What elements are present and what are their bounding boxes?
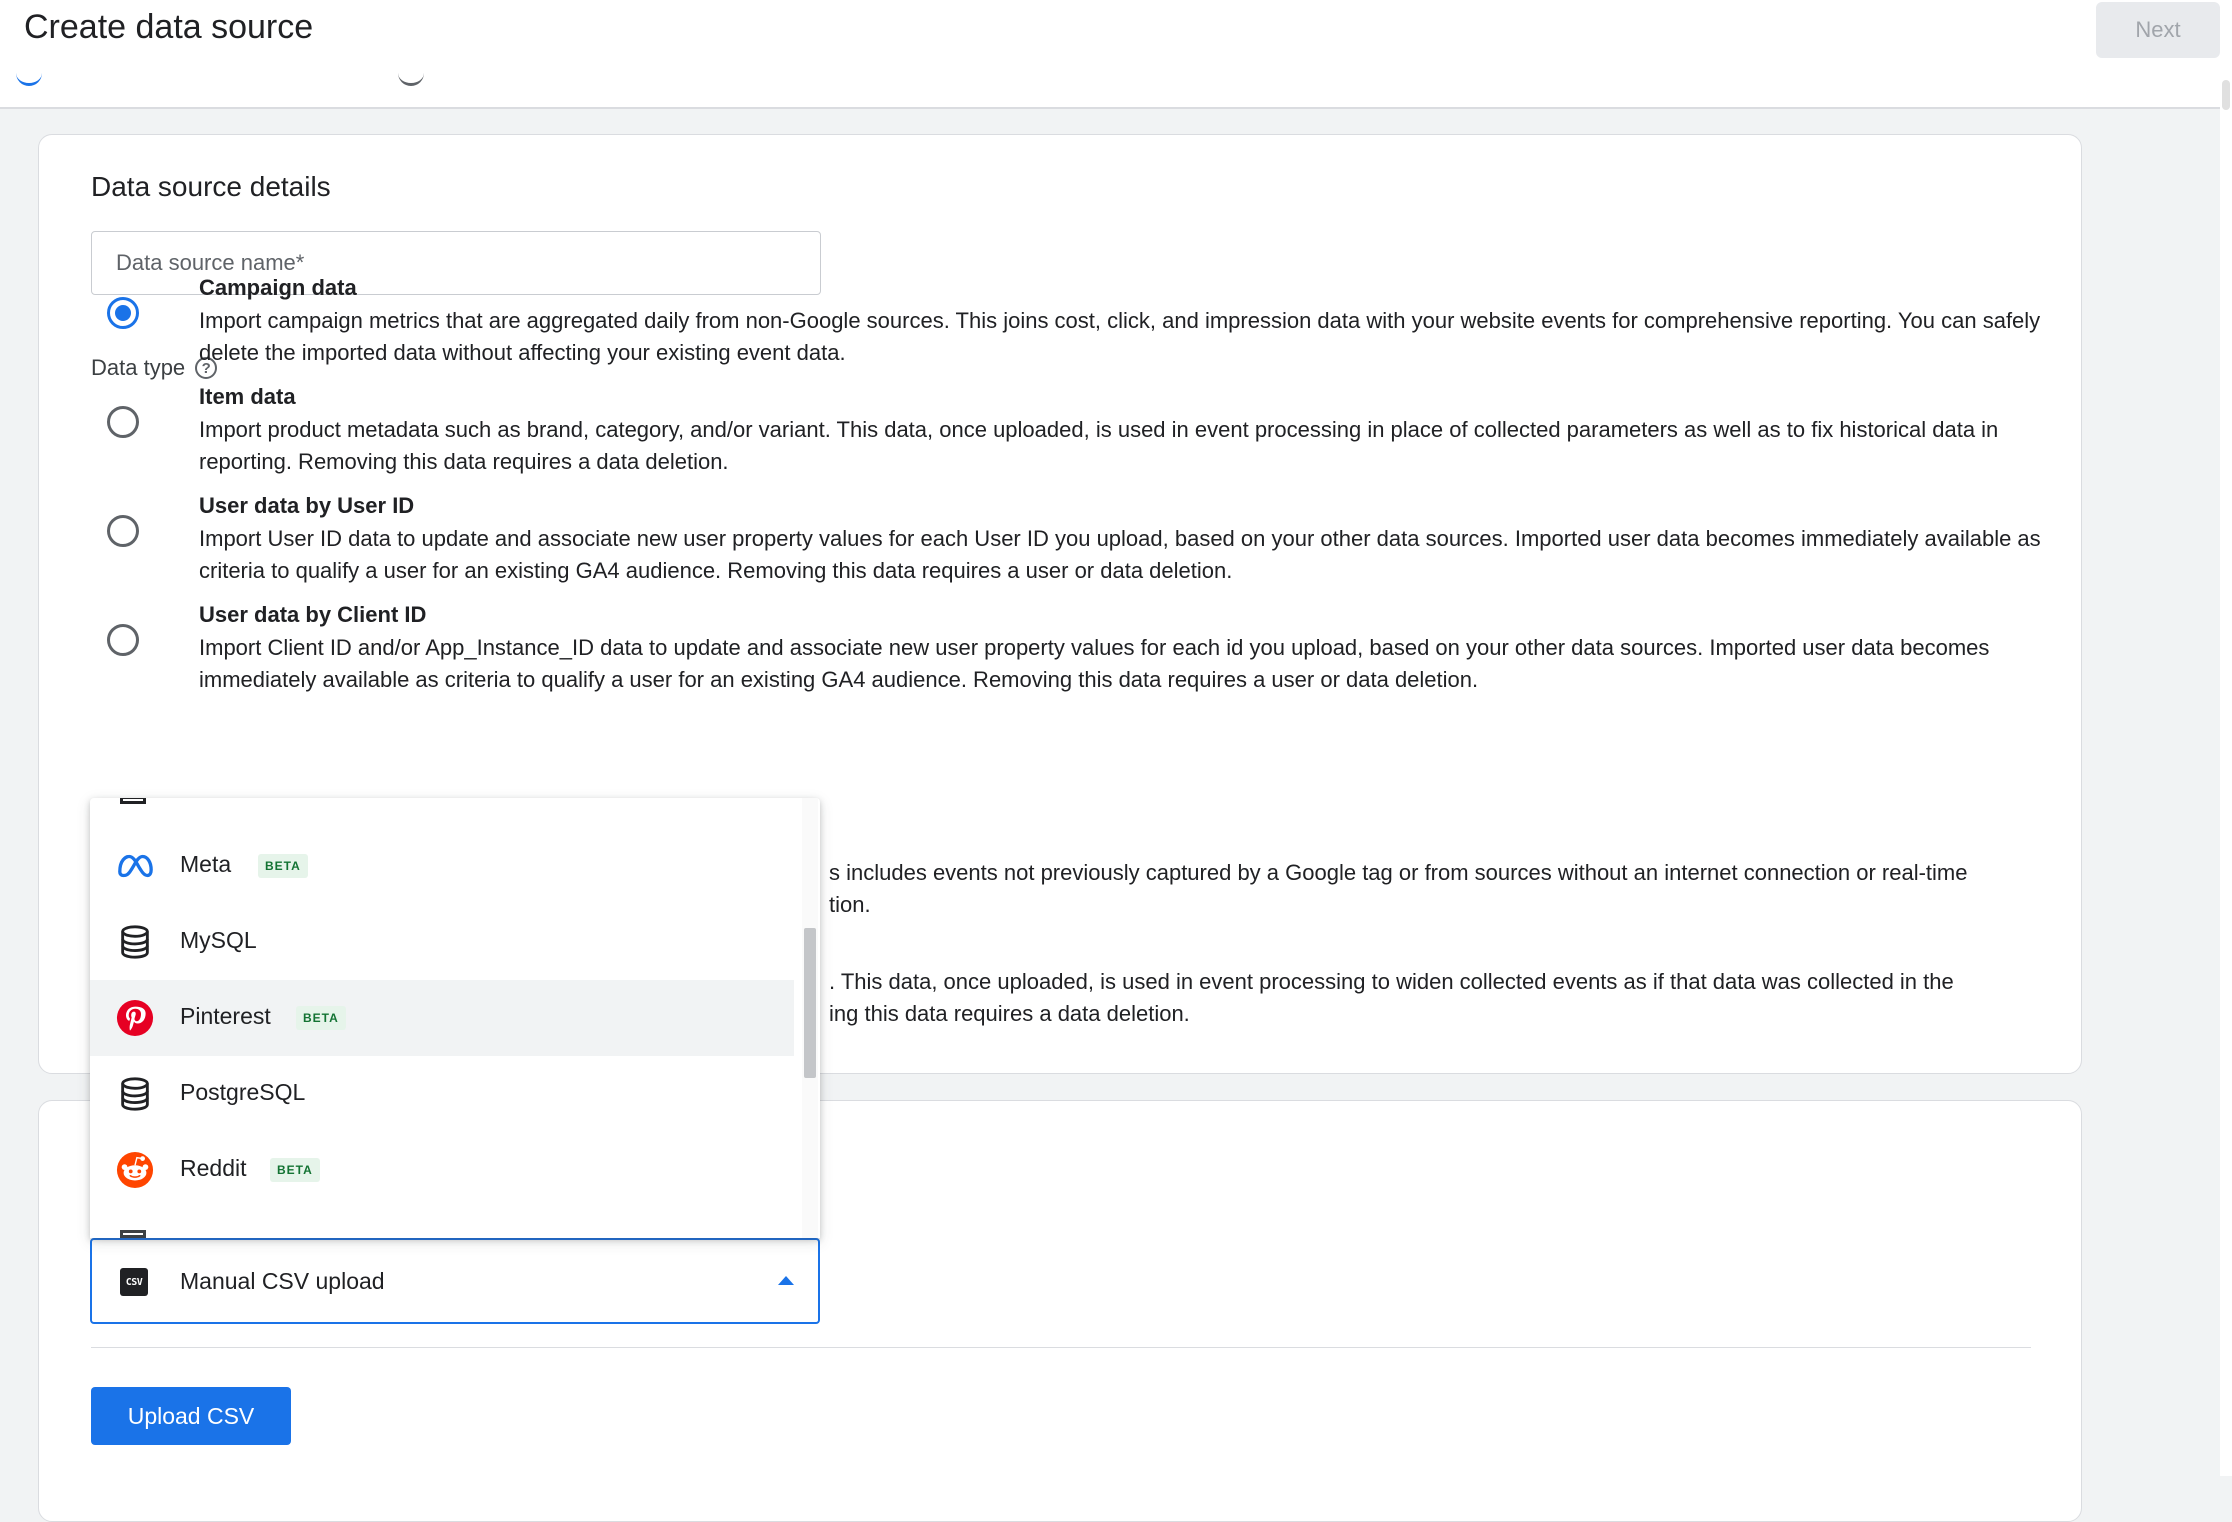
beta-badge: BETA — [270, 1158, 320, 1182]
stepper-step-1 — [16, 60, 42, 86]
beta-badge: BETA — [258, 854, 308, 878]
option-description: Import Client ID and/or App_Instance_ID … — [199, 635, 1990, 692]
upload-csv-button[interactable]: Upload CSV — [91, 1387, 291, 1445]
database-icon — [121, 1077, 149, 1111]
caret-up-icon — [778, 1276, 794, 1285]
divider — [91, 1347, 2031, 1348]
option-title: Item data — [199, 384, 296, 409]
dropdown-item-label: Meta — [180, 851, 232, 877]
dropdown-item-reddit[interactable]: Reddit BETA — [90, 1132, 794, 1208]
top-app-bar: Create data source Next — [0, 0, 2220, 109]
dropdown-item-label: Pinterest — [180, 1003, 271, 1029]
hidden-option-line: . This data, once uploaded, is used in e… — [829, 969, 1954, 994]
csv-icon: CSV — [120, 1268, 148, 1296]
database-icon — [121, 925, 149, 959]
partial-item-icon — [120, 798, 146, 804]
source-select[interactable]: CSV Manual CSV upload — [90, 1238, 820, 1324]
page-title: Create data source — [24, 8, 314, 46]
radio-campaign-data[interactable] — [107, 297, 139, 329]
pinterest-icon — [116, 999, 154, 1037]
radio-item-data[interactable] — [107, 406, 139, 438]
page-scrollbar-thumb[interactable] — [2222, 80, 2230, 110]
source-dropdown-menu[interactable]: Meta BETA MySQL Pinterest BETA PostgreSQ… — [90, 798, 820, 1238]
section-title: Data source details — [91, 171, 331, 202]
hidden-option-line: ing this data requires a data deletion. — [829, 1001, 1190, 1026]
partial-item-icon — [120, 1230, 146, 1238]
hidden-option-line: s includes events not previously capture… — [829, 860, 1968, 885]
dropdown-item-label: PostgreSQL — [180, 1079, 306, 1105]
hidden-option-description: s includes events not previously capture… — [829, 857, 2069, 921]
stepper-step-2 — [398, 60, 424, 86]
reddit-icon — [116, 1151, 154, 1189]
dropdown-item-mysql[interactable]: MySQL — [90, 904, 794, 980]
dropdown-item-meta[interactable]: Meta BETA — [90, 828, 794, 904]
data-type-text: Data type — [91, 355, 186, 380]
hidden-option-description: . This data, once uploaded, is used in e… — [829, 966, 2069, 1030]
dropdown-item-label: MySQL — [180, 927, 257, 953]
beta-badge: BETA — [296, 1006, 346, 1030]
option-title: User data by User ID — [199, 493, 415, 518]
dropdown-item-pinterest[interactable]: Pinterest BETA — [90, 980, 794, 1056]
option-title: User data by Client ID — [199, 602, 427, 627]
dropdown-item-label: Reddit — [180, 1155, 247, 1181]
page-scrollbar[interactable] — [2220, 0, 2232, 1476]
hidden-option-line: tion. — [829, 892, 871, 917]
next-button[interactable]: Next — [2096, 2, 2220, 58]
dropdown-item-postgresql[interactable]: PostgreSQL — [90, 1056, 794, 1132]
dropdown-scrollbar-thumb[interactable] — [804, 928, 816, 1078]
source-select-value: Manual CSV upload — [180, 1268, 385, 1294]
option-description: Import product metadata such as brand, c… — [199, 417, 1999, 474]
option-title: Campaign data — [199, 275, 357, 300]
radio-user-data-client-id[interactable] — [107, 624, 139, 656]
radio-user-data-user-id[interactable] — [107, 515, 139, 547]
option-description: Import campaign metrics that are aggrega… — [199, 308, 2041, 365]
option-description: Import User ID data to update and associ… — [199, 526, 2041, 583]
meta-icon — [118, 854, 153, 878]
